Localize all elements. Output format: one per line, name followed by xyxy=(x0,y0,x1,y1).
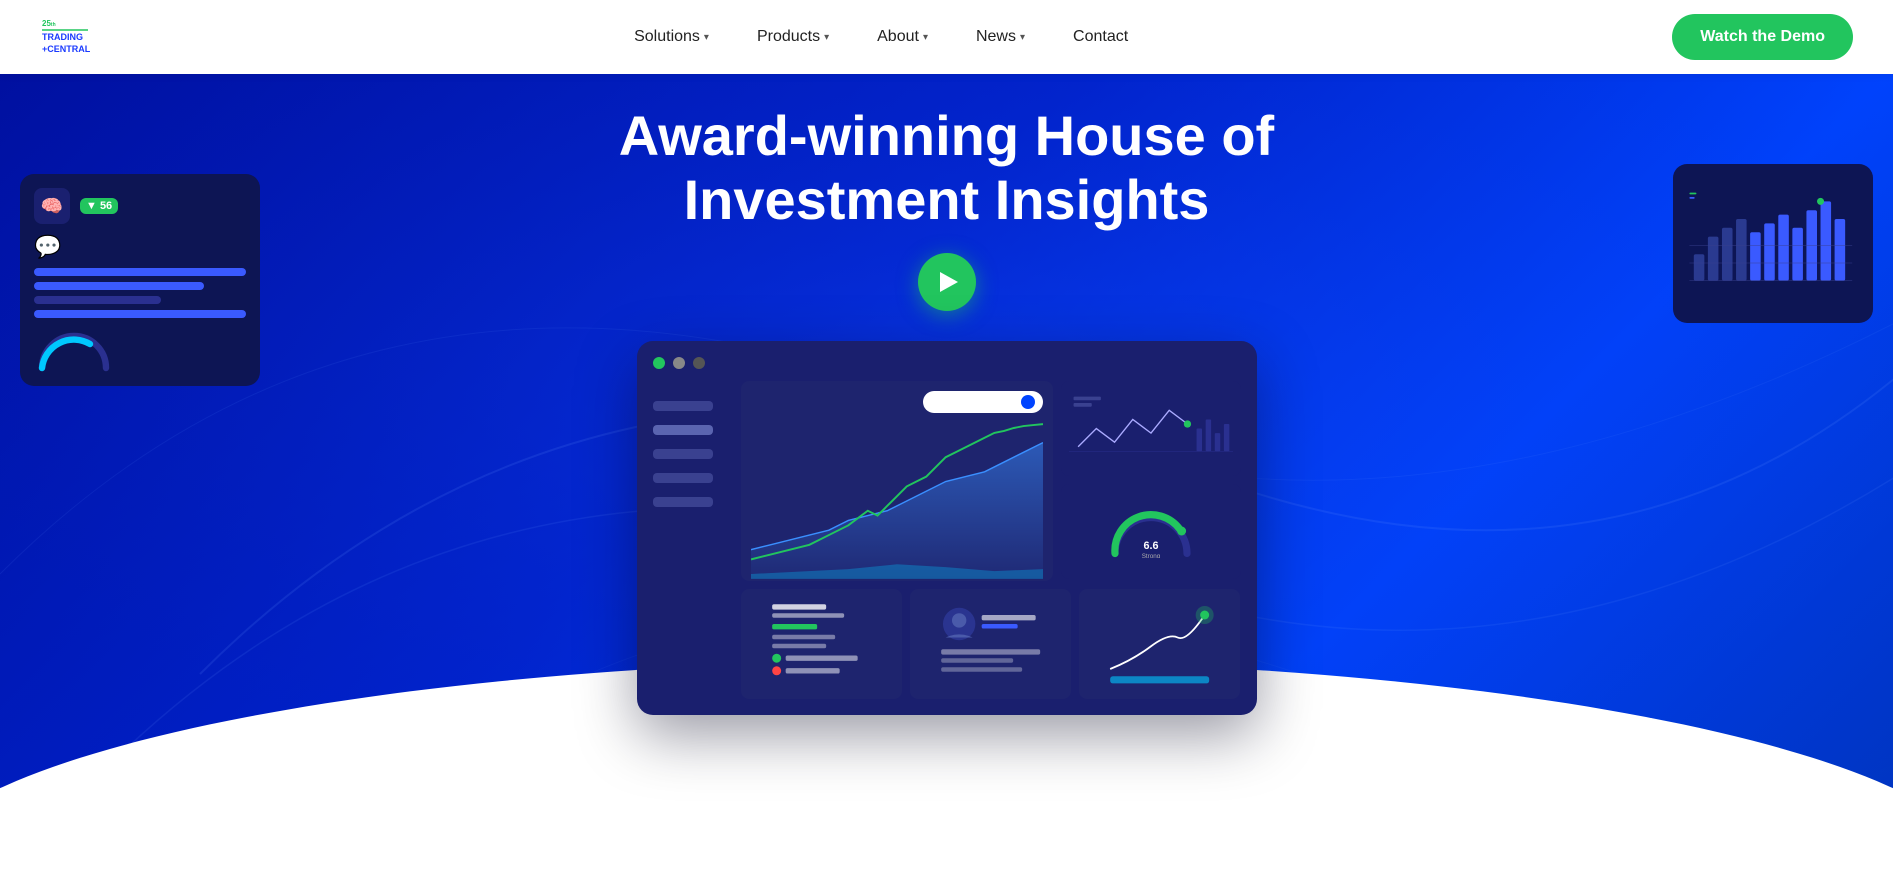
svg-text:Strong: Strong xyxy=(1141,553,1160,558)
dashboard-titlebar xyxy=(653,357,1241,369)
logo[interactable]: 25th TRADING +CENTRAL xyxy=(40,12,90,62)
nav-item-news[interactable]: News ▾ xyxy=(952,0,1049,74)
bottom-card-2 xyxy=(910,589,1071,699)
sidebar-item-2 xyxy=(653,425,713,435)
svg-text:6.6: 6.6 xyxy=(1143,540,1158,552)
navbar: 25th TRADING +CENTRAL Solutions ▾ Produc… xyxy=(0,0,1893,74)
bar-1 xyxy=(34,268,246,276)
bottom-card-3: ● xyxy=(1079,589,1240,699)
hero-title: Award-winning House of Investment Insigh… xyxy=(619,74,1274,253)
dot-green xyxy=(653,357,665,369)
widget-bars xyxy=(34,268,246,372)
nav-item-products[interactable]: Products ▾ xyxy=(733,0,853,74)
bar-2 xyxy=(34,282,204,290)
svg-text:●: ● xyxy=(1201,610,1206,620)
dot-red xyxy=(693,357,705,369)
sidebar-item-4 xyxy=(653,473,713,483)
mini-chart-svg xyxy=(1069,389,1233,459)
search-icon xyxy=(1021,395,1035,409)
hero-section: 🧠 ▼ 56 💬 xyxy=(0,74,1893,878)
gauge-arc xyxy=(34,328,114,372)
chevron-down-icon: ▾ xyxy=(1020,32,1025,43)
sidebar-item-1 xyxy=(653,401,713,411)
main-chart-area xyxy=(741,381,1053,581)
nav-links: Solutions ▾ Products ▾ About ▾ News ▾ Co… xyxy=(610,0,1152,74)
sidebar-item-5 xyxy=(653,497,713,507)
gauge-svg: 6.6 Strong xyxy=(1106,504,1196,558)
widget-brain-icon: 🧠 xyxy=(34,188,70,224)
dashboard-sidebar xyxy=(653,381,733,699)
play-icon xyxy=(940,272,958,292)
chevron-down-icon: ▾ xyxy=(923,32,928,43)
dashboard-top-row: 6.6 Strong xyxy=(741,381,1241,581)
bottom-card-3-content: ● xyxy=(1087,597,1232,687)
nav-item-contact[interactable]: Contact xyxy=(1049,0,1152,74)
svg-text:TRADING: TRADING xyxy=(42,32,83,42)
dashboard-bottom-row: ● xyxy=(741,589,1241,699)
gauge-card: 6.6 Strong xyxy=(1061,484,1241,579)
logo-icon: 25th TRADING +CENTRAL xyxy=(40,12,90,62)
bar-4 xyxy=(34,310,246,318)
sidebar-item-3 xyxy=(653,449,713,459)
watch-demo-button[interactable]: Watch the Demo xyxy=(1672,14,1853,60)
dashboard-main: 6.6 Strong xyxy=(741,381,1241,699)
dashboard-right-col: 6.6 Strong xyxy=(1061,381,1241,581)
widget-badge: ▼ 56 xyxy=(80,198,118,214)
dashboard-mockup: 6.6 Strong xyxy=(637,341,1257,715)
chevron-down-icon: ▾ xyxy=(824,32,829,43)
bar-3 xyxy=(34,296,161,304)
chat-icon: 💬 xyxy=(34,234,246,260)
chevron-down-icon: ▾ xyxy=(704,32,709,43)
play-button[interactable] xyxy=(918,253,976,311)
right-widget xyxy=(1673,164,1873,323)
mini-chart xyxy=(1061,381,1241,476)
right-widget-chart xyxy=(1685,176,1861,306)
play-button-wrap xyxy=(918,253,976,311)
dot-yellow xyxy=(673,357,685,369)
bottom-card-1 xyxy=(741,589,902,699)
left-widget: 🧠 ▼ 56 💬 xyxy=(20,174,260,386)
nav-item-about[interactable]: About ▾ xyxy=(853,0,952,74)
main-chart-svg xyxy=(751,421,1043,581)
nav-item-solutions[interactable]: Solutions ▾ xyxy=(610,0,733,74)
svg-text:+CENTRAL: +CENTRAL xyxy=(42,44,90,54)
search-bar xyxy=(923,391,1043,413)
dashboard-content: 6.6 Strong xyxy=(653,381,1241,699)
bottom-card-2-content xyxy=(918,597,1063,687)
bottom-card-1-content xyxy=(749,597,894,687)
